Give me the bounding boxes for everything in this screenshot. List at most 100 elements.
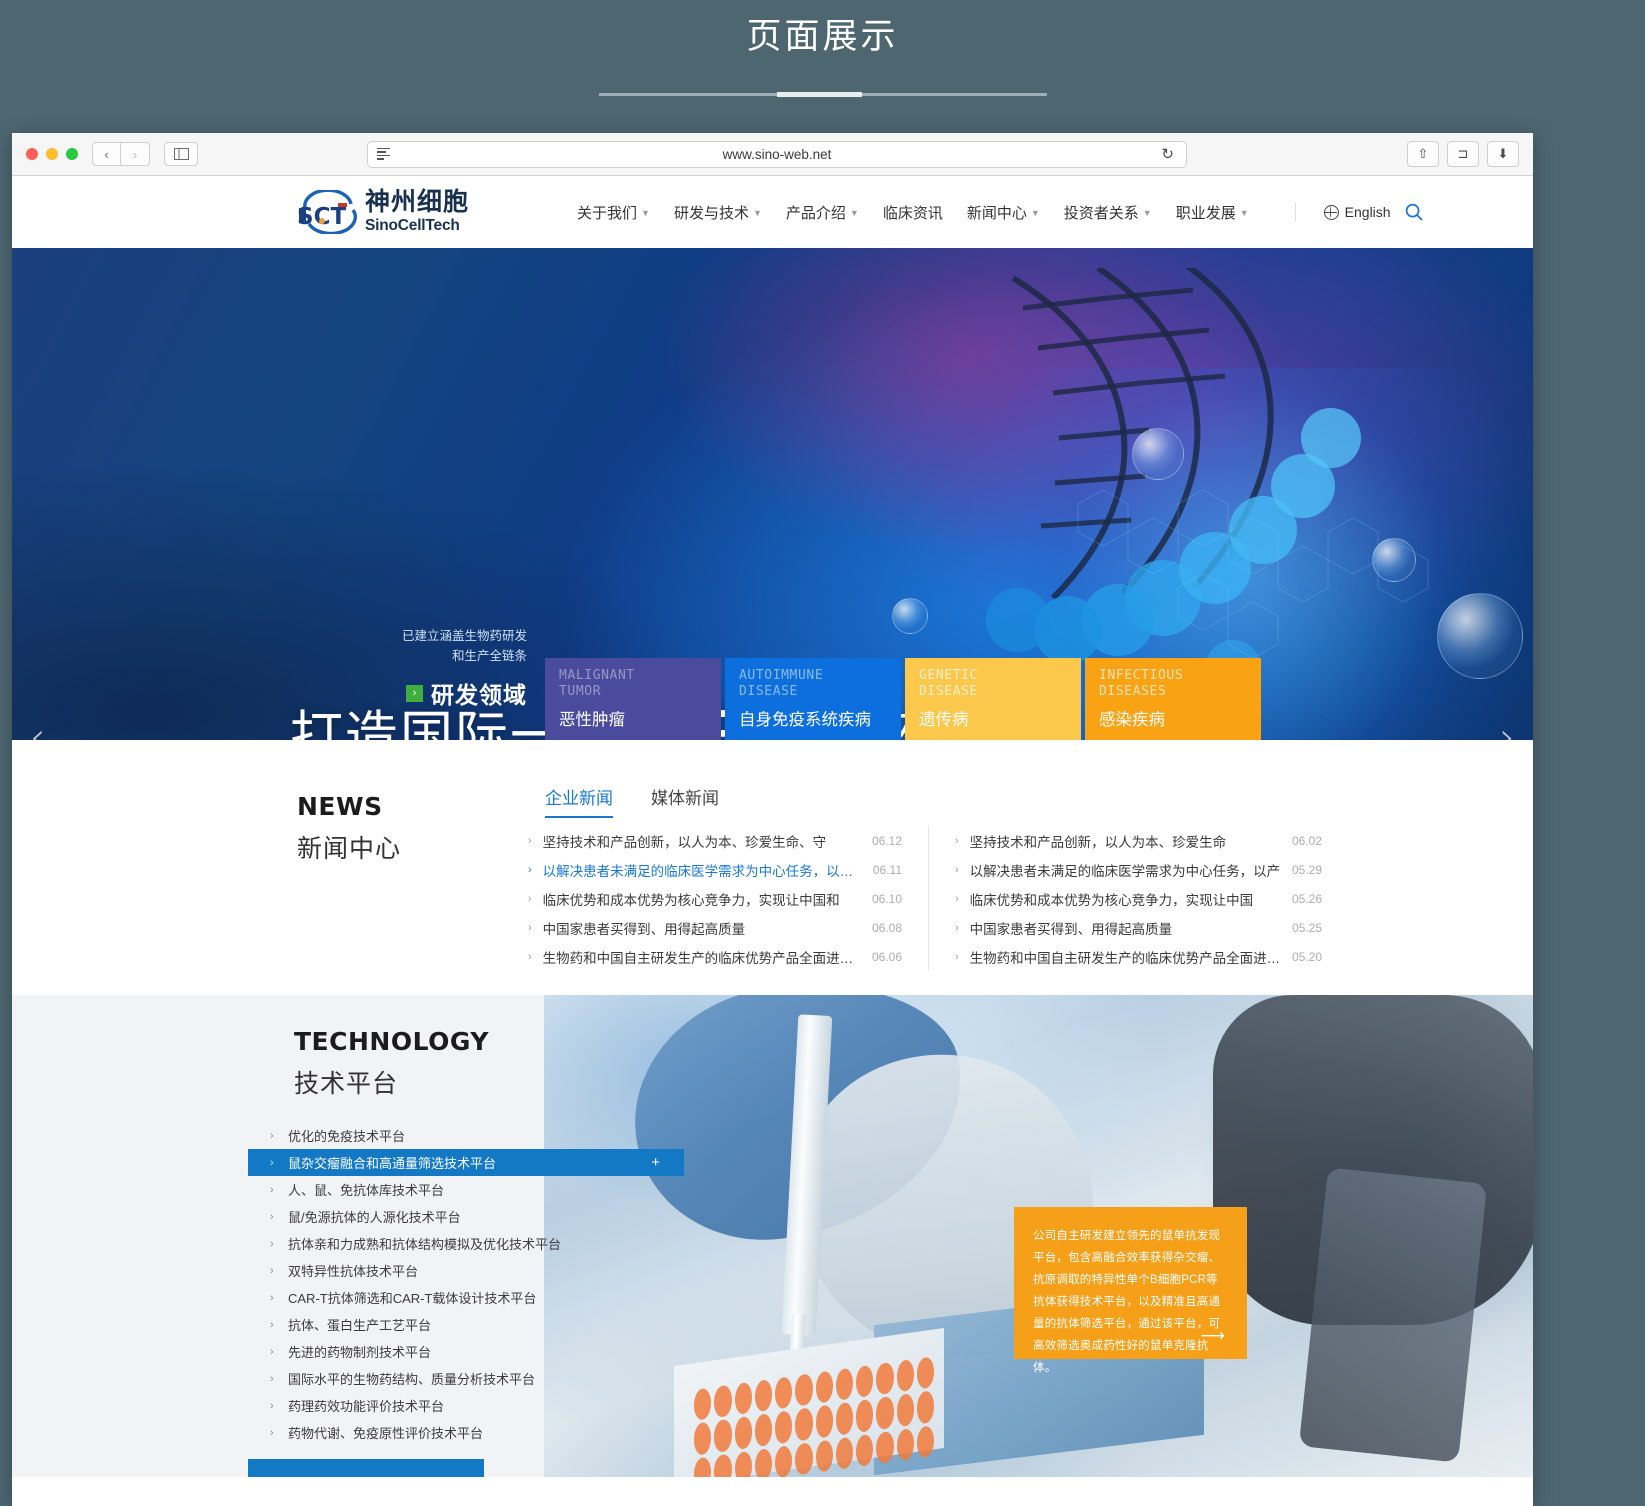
nav-item-investors[interactable]: 投资者关系 ▼ xyxy=(1064,202,1152,223)
share-icon[interactable]: ⇧ xyxy=(1407,141,1439,167)
download-icon[interactable]: ⬇ xyxy=(1487,141,1519,167)
tile-en-text: GENETIC DISEASE xyxy=(919,668,978,700)
tech-item-7[interactable]: › 抗体、蛋白生产工艺平台 xyxy=(248,1311,544,1338)
chevron-down-icon: ▼ xyxy=(641,208,650,218)
reader-view-icon[interactable] xyxy=(377,147,390,160)
news-title-cn: 新闻中心 xyxy=(297,835,402,863)
news-list-item[interactable]: › 以解决患者未满足的临床医学需求为中心任务，以产品 06.11 xyxy=(528,855,902,884)
chevron-right-icon: › xyxy=(270,1345,274,1358)
window-controls[interactable] xyxy=(26,148,78,160)
tile-genetic-disease[interactable]: GENETIC DISEASE 遗传病 xyxy=(905,658,1081,740)
tab-media-news[interactable]: 媒体新闻 xyxy=(651,784,719,818)
tech-item-label: 优化的免疫技术平台 xyxy=(288,1129,406,1144)
tile-en-text: MALIGNANT TUMOR xyxy=(559,668,635,700)
nav-item-about[interactable]: 关于我们 ▼ xyxy=(577,202,650,223)
hero-prev-arrow[interactable]: ‹ xyxy=(30,718,45,740)
tech-item-0[interactable]: › 优化的免疫技术平台 xyxy=(248,1122,544,1149)
news-list-item[interactable]: › 坚持技术和产品创新，以人为本、珍爱生命 06.02 xyxy=(955,826,1322,855)
news-title: 坚持技术和产品创新，以人为本、珍爱生命、守 xyxy=(542,834,827,850)
chevron-right-icon: › xyxy=(528,834,532,847)
tile-autoimmune-disease[interactable]: AUTOIMMUNE DISEASE 自身免疫系统疾病 xyxy=(725,658,901,740)
hero-banner: 打造国际一流的 生物 医药企业 + ‹ › 已建立涵盖生物药研发 和生产全链条 … xyxy=(12,248,1533,740)
news-title: 临床优势和成本优势为核心竞争力，实现让中国 xyxy=(969,892,1254,908)
chevron-right-icon: › xyxy=(406,684,423,702)
tile-malignant-tumor[interactable]: MALIGNANT TUMOR 恶性肿瘤 xyxy=(545,658,721,740)
news-date: 05.26 xyxy=(1291,891,1322,906)
news-date: 06.12 xyxy=(871,833,902,848)
tech-item-5[interactable]: › 双特异性抗体技术平台 xyxy=(248,1257,544,1284)
hero-side-line1: 已建立涵盖生物药研发 xyxy=(401,628,527,643)
chevron-right-icon: › xyxy=(270,1129,274,1142)
tile-cn-label: 遗传病 xyxy=(919,711,969,729)
hero-next-arrow[interactable]: › xyxy=(1500,718,1515,740)
nav-item-products[interactable]: 产品介绍 ▼ xyxy=(786,202,859,223)
news-list-item[interactable]: › 临床优势和成本优势为核心竞争力，实现让中国 05.26 xyxy=(955,884,1322,913)
back-button[interactable]: ‹ xyxy=(92,142,121,166)
chevron-down-icon: ▼ xyxy=(1142,208,1152,218)
site-header: SCT 神州细胞 SinoCellTech 关于我们 ▼ 研发与技术 ▼ 产品介… xyxy=(12,176,1533,248)
tech-item-2[interactable]: › 人、鼠、免抗体库技术平台 xyxy=(248,1176,544,1203)
news-title: 临床优势和成本优势为核心竞争力，实现让中国和 xyxy=(542,892,840,908)
news-heading: NEWS 新闻中心 xyxy=(297,792,401,865)
technology-info-card[interactable]: 公司自主研发建立领先的鼠单抗发现平台，包含高融合效率获得杂交瘤、抗原调取的特异性… xyxy=(1014,1207,1247,1374)
news-title: 坚持技术和产品创新，以人为本、珍爱生命 xyxy=(969,834,1227,850)
technology-card-text: 公司自主研发建立领先的鼠单抗发现平台，包含高融合效率获得杂交瘤、抗原调取的特异性… xyxy=(1033,1230,1221,1375)
news-list-item[interactable]: › 坚持技术和产品创新，以人为本、珍爱生命、守 06.12 xyxy=(528,826,902,855)
tech-item-1[interactable]: › 鼠杂交瘤融合和高通量筛选技术平台 + xyxy=(248,1149,684,1176)
tech-item-10[interactable]: › 药理药效功能评价技术平台 xyxy=(248,1392,544,1419)
tech-item-label: 鼠/免源抗体的人源化技术平台 xyxy=(288,1210,461,1225)
tech-item-4[interactable]: › 抗体亲和力成熟和抗体结构模拟及优化技术平台 xyxy=(248,1230,561,1257)
tech-item-11[interactable]: › 药物代谢、免疫原性评价技术平台 xyxy=(248,1419,544,1446)
technology-platform-list: › 优化的免疫技术平台 › 鼠杂交瘤融合和高通量筛选技术平台 + › 人、鼠、免… xyxy=(248,1122,684,1446)
tile-en-text: AUTOIMMUNE DISEASE xyxy=(739,668,824,700)
language-switcher[interactable]: English xyxy=(1323,204,1391,220)
news-list-item[interactable]: › 中国家患者买得到、用得起高质量 06.08 xyxy=(528,913,902,942)
news-list-item[interactable]: › 中国家患者买得到、用得起高质量 05.25 xyxy=(955,913,1322,942)
tile-infectious-diseases[interactable]: INFECTIOUS DISEASES 感染疾病 xyxy=(1085,658,1261,740)
new-tab-icon[interactable]: ⊐ xyxy=(1447,141,1479,167)
tile-cn-label: 恶性肿瘤 xyxy=(559,711,625,729)
nav-item-rnd[interactable]: 研发与技术 ▼ xyxy=(674,202,762,223)
chevron-down-icon: ▼ xyxy=(1239,208,1249,218)
news-date: 06.06 xyxy=(871,949,902,964)
arrow-right-icon[interactable]: ⟶ xyxy=(1201,1326,1225,1346)
maximize-window-button[interactable] xyxy=(66,148,78,160)
chevron-right-icon: › xyxy=(270,1372,274,1385)
tech-item-6[interactable]: › CAR-T抗体筛选和CAR-T载体设计技术平台 xyxy=(248,1284,544,1311)
news-date: 05.20 xyxy=(1291,949,1322,964)
nav-label: 研发与技术 xyxy=(673,204,749,222)
tech-item-9[interactable]: › 国际水平的生物药结构、质量分析技术平台 xyxy=(248,1365,544,1392)
nav-item-clinical[interactable]: 临床资讯 xyxy=(883,202,943,223)
tech-item-8[interactable]: › 先进的药物制剂技术平台 xyxy=(248,1338,544,1365)
tab-corporate-news[interactable]: 企业新闻 xyxy=(545,784,613,818)
tech-item-label: 先进的药物制剂技术平台 xyxy=(288,1345,432,1360)
chevron-right-icon: › xyxy=(270,1156,274,1169)
tech-item-3[interactable]: › 鼠/免源抗体的人源化技术平台 xyxy=(248,1203,544,1230)
chevron-right-icon: › xyxy=(528,863,532,876)
site-logo[interactable]: SCT 神州细胞 SinoCellTech xyxy=(295,188,469,236)
news-list-item[interactable]: › 以解决患者未满足的临床医学需求为中心任务，以产 05.29 xyxy=(955,855,1322,884)
address-bar[interactable]: www.sino-web.net ↻ xyxy=(367,140,1187,168)
sidebar-toggle-button[interactable] xyxy=(164,142,198,166)
hero-rnd-link[interactable]: › 研发领域 xyxy=(287,676,527,710)
news-column-right: › 坚持技术和产品创新，以人为本、珍爱生命 06.02 › 以解决患者未满足的临… xyxy=(928,826,1348,971)
close-window-button[interactable] xyxy=(26,148,38,160)
bubble-decoration xyxy=(892,598,928,634)
nav-label: 职业发展 xyxy=(1175,204,1236,222)
forward-button[interactable]: › xyxy=(121,142,150,166)
tile-cn-label: 自身免疫系统疾病 xyxy=(739,711,871,729)
chevron-right-icon: › xyxy=(270,1291,274,1304)
news-list-item[interactable]: › 生物药和中国自主研发生产的临床优势产品全面进入发达国 06.06 xyxy=(528,942,902,971)
reload-icon[interactable]: ↻ xyxy=(1161,145,1174,163)
news-list-item[interactable]: › 临床优势和成本优势为核心竞争力，实现让中国和 06.10 xyxy=(528,884,902,913)
news-list-item[interactable]: › 生物药和中国自主研发生产的临床优势产品全面进入发 05.20 xyxy=(955,942,1322,971)
nav-item-news[interactable]: 新闻中心 ▼ xyxy=(967,202,1040,223)
minimize-window-button[interactable] xyxy=(46,148,58,160)
news-title: 中国家患者买得到、用得起高质量 xyxy=(542,921,746,937)
chevron-right-icon: › xyxy=(270,1399,274,1412)
technology-section: TECHNOLOGY 技术平台 › 优化的免疫技术平台 › 鼠杂交瘤融合和高通量… xyxy=(12,995,1533,1477)
search-icon[interactable] xyxy=(1405,203,1423,221)
chevron-right-icon: › xyxy=(270,1210,274,1223)
nav-item-careers[interactable]: 职业发展 ▼ xyxy=(1176,202,1249,223)
chevron-right-icon: › xyxy=(528,950,532,963)
